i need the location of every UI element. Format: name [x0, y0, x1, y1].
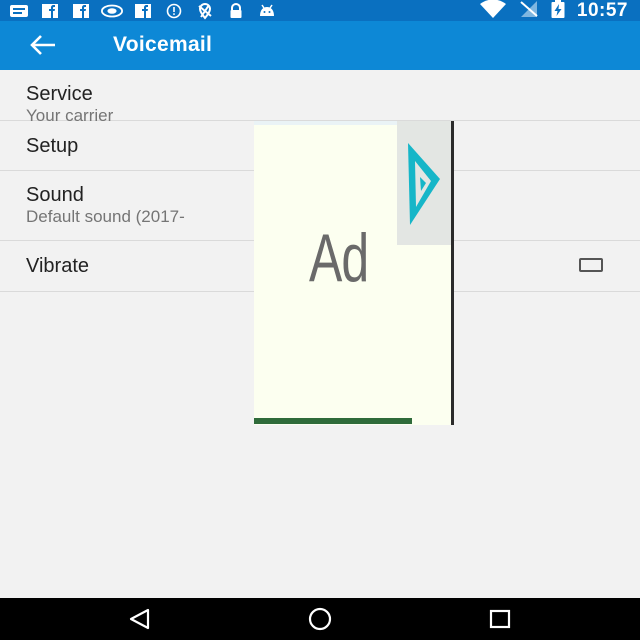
ad-top-edge: [254, 121, 397, 125]
nav-back-button[interactable]: [120, 604, 160, 634]
system-status: 10:57: [479, 0, 628, 23]
page-title: Voicemail: [113, 33, 213, 56]
android-icon: [256, 3, 278, 19]
app-bar: Voicemail: [0, 21, 640, 70]
setting-title: Service: [26, 83, 93, 105]
no-location-icon: [194, 2, 216, 20]
ad-banner[interactable]: Ad: [254, 121, 454, 425]
notification-icons: [8, 2, 278, 20]
status-bar: 10:57: [0, 0, 640, 21]
facebook-icon: [39, 3, 61, 19]
no-sim-icon: [519, 0, 539, 23]
navigation-bar: [0, 598, 640, 640]
ad-choices-icon[interactable]: [404, 139, 444, 234]
back-button[interactable]: [24, 31, 60, 59]
setting-service[interactable]: Service Your carrier: [0, 70, 640, 125]
wifi-icon: [479, 0, 507, 23]
message-icon: [8, 3, 30, 19]
nav-recents-button[interactable]: [480, 604, 520, 634]
ad-bottom-bar: [254, 418, 412, 424]
arrow-left-icon: [30, 35, 55, 55]
ad-label: Ad: [309, 220, 369, 296]
facebook-icon: [132, 3, 154, 19]
setting-subtitle: Default sound (2017-: [26, 207, 185, 226]
setting-title: Vibrate: [26, 255, 90, 277]
setting-title: Sound: [26, 184, 84, 206]
lock-icon: [225, 3, 247, 19]
battery-charging-icon: [551, 0, 565, 23]
ad-border: [451, 121, 454, 425]
nav-home-button[interactable]: [300, 604, 340, 634]
facebook-icon: [70, 3, 92, 19]
setting-title: Setup: [26, 135, 79, 157]
home-circle-icon: [308, 607, 332, 631]
recents-square-icon: [489, 609, 511, 629]
nvidia-icon: [101, 3, 123, 19]
info-icon: [163, 3, 185, 19]
clock: 10:57: [576, 0, 628, 21]
vibrate-checkbox[interactable]: [579, 258, 603, 272]
back-triangle-icon: [129, 608, 150, 630]
